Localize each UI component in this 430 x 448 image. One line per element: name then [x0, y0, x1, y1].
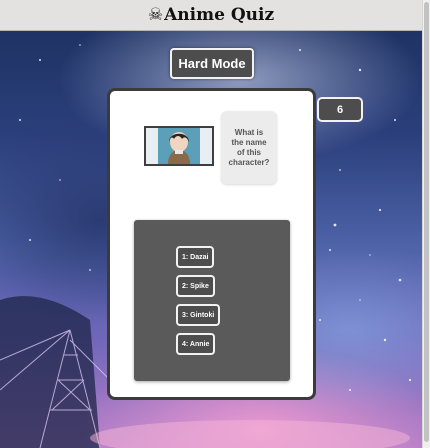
answer-button-4[interactable]: 4: Annie: [176, 333, 216, 355]
skull-crossbones-icon: ☠: [147, 4, 164, 25]
app-title: Anime Quiz: [164, 5, 275, 25]
scrollbar-thumb[interactable]: [424, 2, 429, 442]
answer-button-3[interactable]: 3: Gintoki: [176, 304, 221, 326]
answer-button-2[interactable]: 2: Spike: [176, 275, 215, 297]
quiz-card: What is the name of this character? 1: D…: [107, 88, 316, 400]
app-title-bar: ☠ Anime Quiz: [0, 0, 422, 31]
score-badge: 6: [317, 97, 363, 122]
character-image: [146, 128, 212, 164]
vertical-scrollbar[interactable]: [422, 0, 430, 448]
hard-mode-button[interactable]: Hard Mode: [170, 48, 254, 79]
answers-panel: 1: Dazai 2: Spike 3: Gintoki 4: Annie: [134, 220, 290, 381]
character-image-frame: [144, 126, 214, 166]
question-text: What is the name of this character?: [221, 111, 277, 184]
answer-button-1[interactable]: 1: Dazai: [176, 246, 215, 268]
